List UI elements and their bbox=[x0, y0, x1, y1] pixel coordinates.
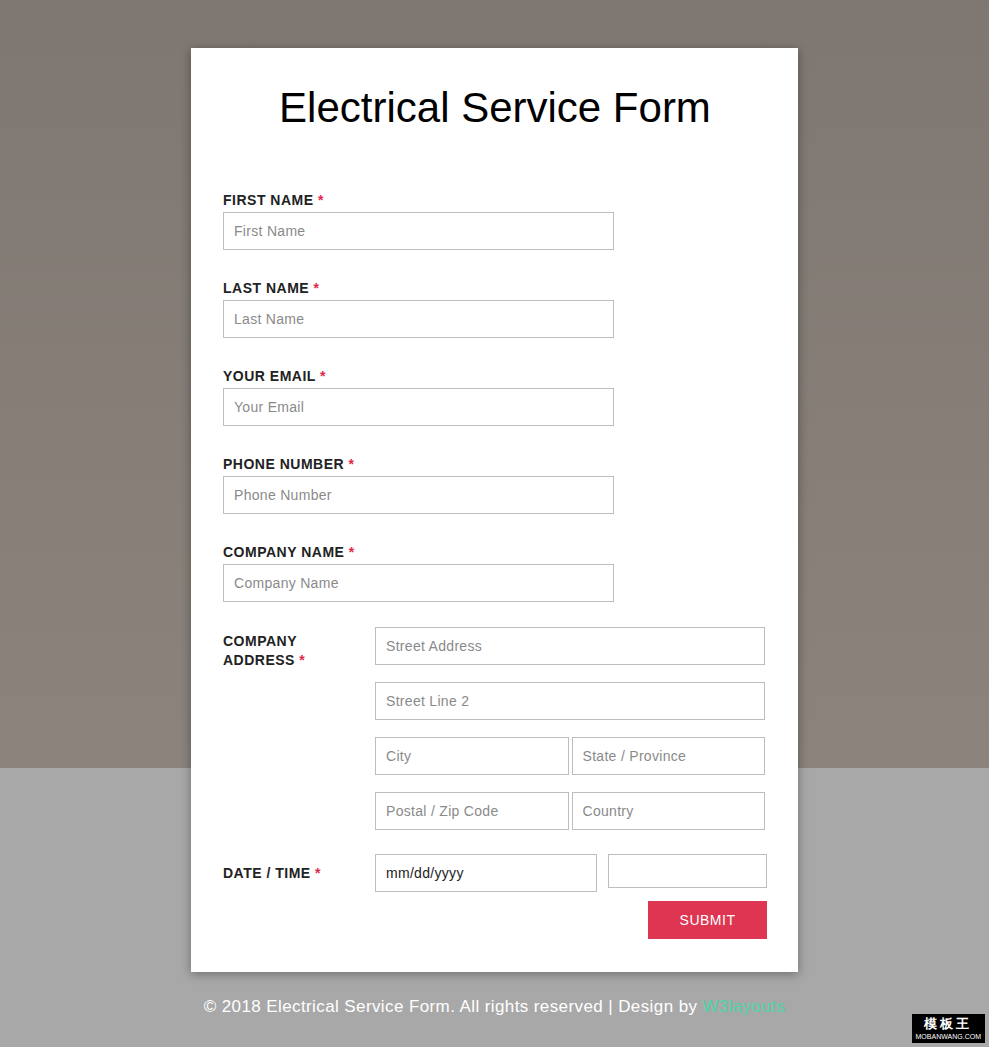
form-card: Electrical Service Form FIRST NAME * LAST … bbox=[191, 48, 798, 972]
page: Electrical Service Form FIRST NAME * LAST … bbox=[0, 0, 989, 1047]
watermark-name: 模板王 bbox=[924, 1016, 972, 1032]
datetime-group: DATE / TIME * bbox=[223, 854, 767, 892]
field-label: COMPANY NAME * bbox=[223, 543, 767, 562]
field-label: YOUR EMAIL * bbox=[223, 367, 767, 386]
date-input[interactable] bbox=[375, 854, 597, 892]
submit-button[interactable]: SUBMIT bbox=[648, 901, 767, 939]
required-mark: * bbox=[318, 192, 324, 208]
address-row bbox=[375, 792, 765, 830]
field-label: DATE / TIME * bbox=[223, 865, 321, 881]
field-label: FIRST NAME * bbox=[223, 191, 767, 210]
address-row bbox=[375, 737, 765, 775]
required-mark: * bbox=[299, 652, 305, 668]
footer: © 2018 Electrical Service Form. All righ… bbox=[204, 994, 786, 1020]
footer-link[interactable]: W3layouts bbox=[702, 994, 785, 1020]
footer-text: © 2018 Electrical Service Form. All righ… bbox=[204, 994, 698, 1020]
text-input[interactable] bbox=[223, 476, 614, 514]
time-input[interactable] bbox=[608, 854, 767, 888]
address-input[interactable] bbox=[572, 737, 766, 775]
watermark: 模板王MOBANWANG.COM bbox=[912, 1014, 985, 1043]
form-field: YOUR EMAIL * bbox=[223, 367, 767, 426]
required-mark: * bbox=[349, 456, 355, 472]
form-field: FIRST NAME * bbox=[223, 191, 767, 250]
address-row bbox=[375, 682, 765, 720]
address-input[interactable] bbox=[375, 682, 765, 720]
text-input[interactable] bbox=[223, 300, 614, 338]
form-field: LAST NAME * bbox=[223, 279, 767, 338]
address-row bbox=[375, 627, 765, 665]
required-mark: * bbox=[315, 865, 321, 881]
address-input[interactable] bbox=[375, 627, 765, 665]
required-mark: * bbox=[349, 544, 355, 560]
text-input[interactable] bbox=[223, 212, 614, 250]
required-mark: * bbox=[314, 280, 320, 296]
field-label: PHONE NUMBER * bbox=[223, 455, 767, 474]
form-title: Electrical Service Form bbox=[223, 84, 767, 132]
watermark-site: MOBANWANG.COM bbox=[916, 1032, 981, 1041]
field-label: LAST NAME * bbox=[223, 279, 767, 298]
text-input[interactable] bbox=[223, 388, 614, 426]
required-mark: * bbox=[320, 368, 326, 384]
form-field: PHONE NUMBER * bbox=[223, 455, 767, 514]
form-field: COMPANY NAME * bbox=[223, 543, 767, 602]
field-label: COMPANY ADDRESS * bbox=[223, 632, 333, 670]
address-group: COMPANY ADDRESS * bbox=[223, 627, 767, 830]
address-input[interactable] bbox=[375, 792, 569, 830]
address-input[interactable] bbox=[572, 792, 766, 830]
text-input[interactable] bbox=[223, 564, 614, 602]
address-input[interactable] bbox=[375, 737, 569, 775]
